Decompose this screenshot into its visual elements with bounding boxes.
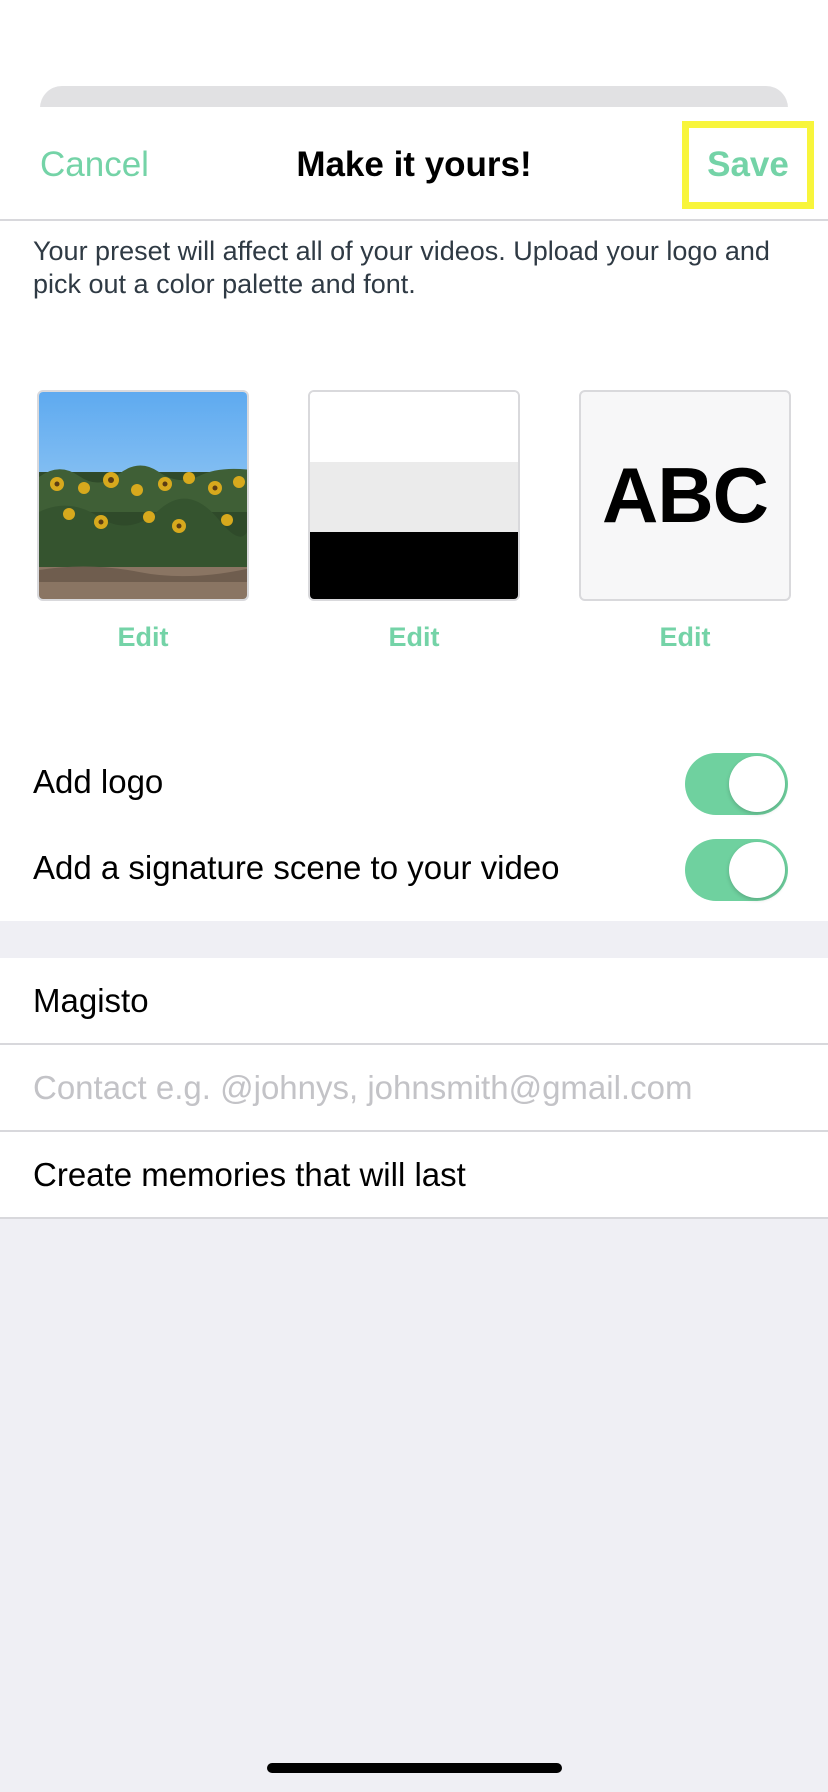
intro-text: Your preset will affect all of your vide… [33,236,770,299]
color-palette-thumbnail[interactable] [308,390,520,601]
switch-knob [729,756,785,812]
contact-field-row [0,1045,828,1132]
swatch-light [310,392,518,462]
tagline-field-row [0,1132,828,1219]
contact-field[interactable] [33,1045,813,1130]
font-thumbnail[interactable]: ABC [579,390,791,601]
switch-knob [729,842,785,898]
cancel-button[interactable]: Cancel [40,145,149,185]
signature-scene-label: Add a signature scene to your video [33,849,560,886]
screen: Cancel Make it yours! Save Your preset w… [0,0,828,1792]
name-field-row [0,958,828,1045]
signature-fields [0,958,828,1219]
signature-scene-switch[interactable] [685,839,788,901]
font-sample-text: ABC [602,451,769,539]
save-button[interactable]: Save [682,121,814,209]
preset-sheet: Cancel Make it yours! Save Your preset w… [0,107,828,921]
name-field[interactable] [33,958,813,1043]
sunflower-field-image [39,392,247,599]
swatch-gray [310,462,518,532]
signature-scene-row: Add a signature scene to your video [0,825,828,911]
add-logo-row: Add logo [0,739,828,825]
edit-logo-link[interactable]: Edit [37,622,249,653]
home-indicator [267,1763,562,1773]
add-logo-label: Add logo [33,763,164,800]
swatch-dark [310,532,518,599]
logo-thumbnail[interactable] [37,390,249,601]
edit-colors-link[interactable]: Edit [308,622,520,653]
add-logo-switch[interactable] [685,753,788,815]
edit-font-link[interactable]: Edit [579,622,791,653]
tagline-field[interactable] [33,1132,813,1217]
nav-bar: Cancel Make it yours! Save [0,107,828,221]
